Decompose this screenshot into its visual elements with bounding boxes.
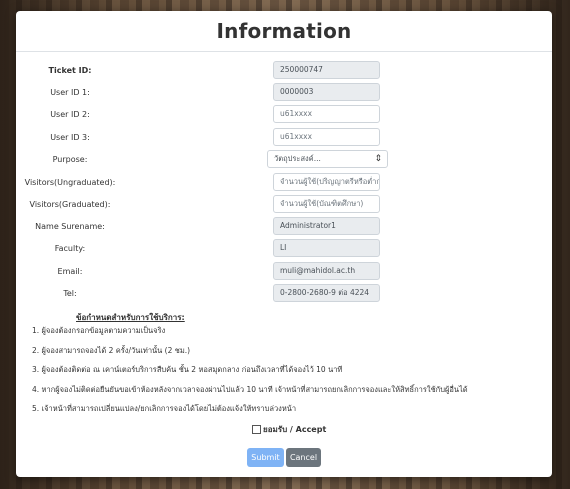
ticket-id-field: 250000747 <box>273 61 380 79</box>
user-id-3-input[interactable]: u61xxxx <box>273 128 380 146</box>
visitors-ungraduated-label: Visitors(Ungraduated): <box>24 178 116 187</box>
user-id-2-input[interactable]: u61xxxx <box>273 105 380 123</box>
information-modal: Information Ticket ID: 250000747 User ID… <box>16 11 552 477</box>
form-row-purpose: Purpose: วัตถุประสงค์... ⇕ <box>16 150 552 170</box>
email-field: muli@mahidol.ac.th <box>273 262 380 280</box>
visitors-graduated-input[interactable]: จำนวนผู้ใช้(บัณฑิตศึกษา) <box>273 195 380 213</box>
faculty-label: Faculty: <box>54 244 86 253</box>
purpose-label: Purpose: <box>52 155 88 164</box>
tel-label: Tel: <box>63 289 77 298</box>
name-label: Name Surename: <box>35 222 105 231</box>
form-row-tel: Tel: 0-2800-2680-9 ต่อ 4224 <box>16 284 552 304</box>
user-id-1-label: User ID 1: <box>50 88 90 97</box>
ticket-id-label: Ticket ID: <box>48 66 92 75</box>
form-row-name: Name Surename: Administrator1 <box>16 217 552 237</box>
user-id-2-label: User ID 2: <box>50 110 90 119</box>
cancel-button[interactable]: Cancel <box>286 448 321 467</box>
modal-header: Information <box>16 11 552 52</box>
form-row-user-id-3: User ID 3: u61xxxx <box>16 128 552 148</box>
visitors-ungraduated-input[interactable]: จำนวนผู้ใช้(ปริญญาตรีหรือต่ำกว่า) <box>273 173 380 191</box>
form-row-visitors-ungraduated: Visitors(Ungraduated): จำนวนผู้ใช้(ปริญญ… <box>16 173 552 193</box>
form-row-user-id-2: User ID 2: u61xxxx <box>16 105 552 125</box>
accept-checkbox-label[interactable]: ยอมรับ / Accept <box>252 423 326 436</box>
term-item: 1. ผู้จองต้องกรอกข้อมูลตามความเป็นจริง <box>32 326 166 335</box>
modal-title: Information <box>216 19 352 43</box>
email-label: Email: <box>57 267 83 276</box>
form-row-email: Email: muli@mahidol.ac.th <box>16 262 552 282</box>
term-item: 5. เจ้าหน้าที่สามารถเปลี่ยนแปลง/ยกเลิกกา… <box>32 404 297 413</box>
user-id-3-label: User ID 3: <box>50 133 90 142</box>
form-row-visitors-graduated: Visitors(Graduated): จำนวนผู้ใช้(บัณฑิตศ… <box>16 195 552 215</box>
faculty-field: LI <box>273 239 380 257</box>
form-row-ticket-id: Ticket ID: 250000747 <box>16 61 552 81</box>
purpose-select[interactable]: วัตถุประสงค์... ⇕ <box>267 150 388 168</box>
term-item: 2. ผู้จองสามารถจองได้ 2 ครั้ง/วันเท่านั้… <box>32 346 191 355</box>
term-item: 3. ผู้จองต้องติดต่อ ณ เคาน์เตอร์บริการสื… <box>32 365 343 374</box>
terms-title: ข้อกำหนดสำหรับการใช้บริการ: <box>76 313 185 322</box>
submit-button[interactable]: Submit <box>247 448 284 467</box>
accept-checkbox[interactable] <box>252 425 261 434</box>
user-id-1-field: 0000003 <box>273 83 380 101</box>
tel-field: 0-2800-2680-9 ต่อ 4224 <box>273 284 380 302</box>
visitors-graduated-label: Visitors(Graduated): <box>29 200 111 209</box>
accept-label-text: ยอมรับ / Accept <box>263 425 327 434</box>
form-row-user-id-1: User ID 1: 0000003 <box>16 83 552 103</box>
purpose-selected-value: วัตถุประสงค์... <box>274 154 321 163</box>
chevron-updown-icon: ⇕ <box>374 154 382 164</box>
term-item: 4. หากผู้จองไม่ติดต่อยืนยันขอเข้าห้องหลั… <box>32 385 468 394</box>
name-field: Administrator1 <box>273 217 380 235</box>
form-row-faculty: Faculty: LI <box>16 239 552 259</box>
